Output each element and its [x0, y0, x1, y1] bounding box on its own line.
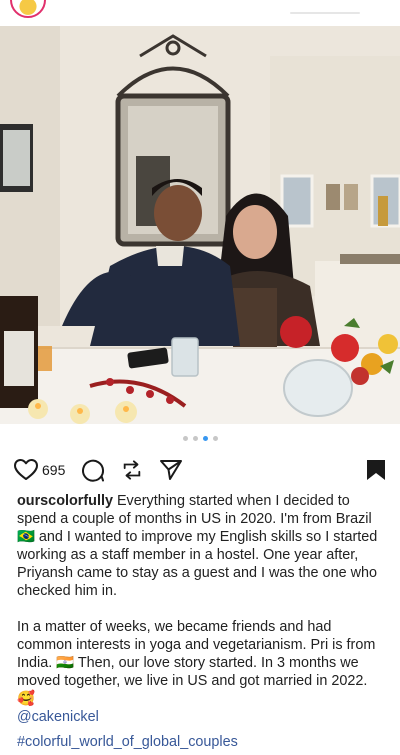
carousel-dot-active: [202, 436, 208, 441]
header-divider: [290, 12, 360, 14]
brazil-flag-emoji: 🇧🇷: [17, 529, 35, 545]
save-button[interactable]: [366, 456, 386, 484]
hashtag-link[interactable]: #colorful_world_of_global_couples: [17, 734, 238, 750]
send-button[interactable]: [159, 456, 183, 484]
repost-button[interactable]: [121, 456, 143, 484]
carousel-dot: [192, 436, 198, 441]
post-caption: ourscolorfully Everything started when I…: [17, 492, 387, 726]
post-action-bar: 695: [14, 456, 386, 484]
comment-button[interactable]: [81, 456, 105, 484]
comment-bubble-icon: [82, 459, 105, 482]
post-photo[interactable]: [0, 26, 400, 424]
carousel-dot: [182, 436, 188, 441]
post-header: [0, 0, 400, 26]
india-flag-emoji: 🇮🇳: [56, 655, 75, 671]
caption-text: and I wanted to improve my English skill…: [17, 529, 378, 599]
carousel-indicator: [0, 436, 400, 446]
caption-username[interactable]: ourscolorfully: [17, 493, 113, 509]
caption-paragraph-2: In a matter of weeks, we became friends …: [17, 618, 387, 726]
send-paper-plane-icon: [160, 460, 183, 480]
carousel-dot: [212, 436, 218, 441]
couple-dinner-photo: [0, 26, 400, 424]
heart-icon: [14, 459, 38, 480]
like-count[interactable]: 695: [42, 462, 65, 478]
profile-avatar[interactable]: [10, 0, 46, 18]
smiling-hearts-emoji: 🥰: [17, 691, 35, 707]
repost-icon: [124, 460, 141, 480]
caption-paragraph-1: ourscolorfully Everything started when I…: [17, 492, 387, 600]
bookmark-icon: [367, 460, 385, 480]
mention-link[interactable]: @cakenickel: [17, 709, 99, 725]
like-button[interactable]: [14, 456, 38, 484]
